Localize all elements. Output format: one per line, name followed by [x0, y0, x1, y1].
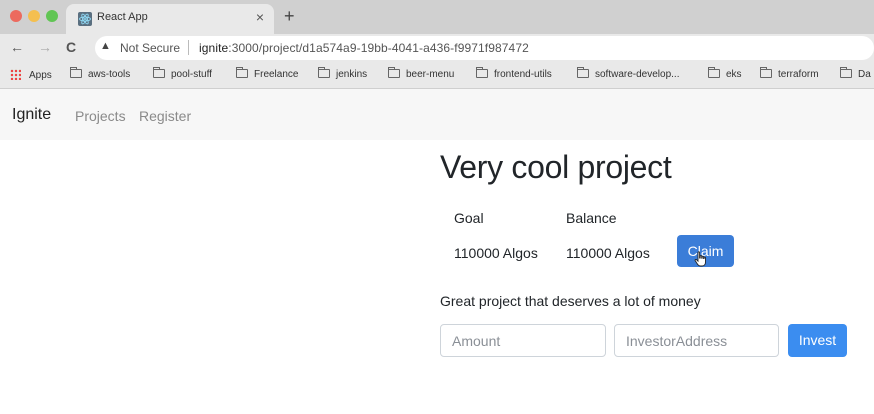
folder-icon — [708, 67, 720, 78]
folder-icon — [840, 67, 852, 78]
nav-link-register[interactable]: Register — [139, 108, 191, 124]
new-tab-button[interactable]: + — [284, 6, 295, 27]
browser-toolbar: ← → C ▲ Not Secure ignite:3000/project/d… — [0, 34, 874, 62]
reload-icon[interactable]: C — [66, 39, 76, 55]
maximize-window-icon[interactable] — [46, 10, 58, 22]
bookmark-frontend-utils[interactable]: frontend-utils — [476, 67, 552, 80]
url-text[interactable]: ignite:3000/project/d1a574a9-19bb-4041-a… — [199, 41, 529, 55]
project-description: Great project that deserves a lot of mon… — [440, 293, 701, 309]
amount-input[interactable] — [440, 324, 606, 357]
bookmark-apps[interactable]: Apps — [10, 69, 52, 81]
invest-button[interactable]: Invest — [788, 324, 847, 357]
folder-icon — [70, 67, 82, 78]
project-title: Very cool project — [440, 149, 672, 185]
folder-icon — [153, 67, 165, 78]
back-arrow-icon[interactable]: ← — [10, 39, 24, 55]
browser-chrome: React App × + ← → C ▲ Not Secure ignite:… — [0, 0, 874, 89]
bookmark-terraform[interactable]: terraform — [760, 67, 819, 80]
bookmark-aws-tools[interactable]: aws-tools — [70, 67, 130, 80]
app-navbar: Ignite Projects Register — [0, 89, 874, 140]
tab-strip: React App × + — [0, 0, 874, 34]
folder-icon — [236, 67, 248, 78]
apps-grid-icon — [10, 69, 21, 80]
folder-icon — [476, 67, 488, 78]
folder-icon — [577, 67, 589, 78]
url-host: ignite — [199, 41, 229, 55]
security-label[interactable]: Not Secure — [120, 41, 180, 55]
browser-tab[interactable]: React App × — [66, 4, 274, 34]
bookmark-pool-stuff[interactable]: pool-stuff — [153, 67, 212, 80]
close-window-icon[interactable] — [10, 10, 22, 22]
balance-value: 110000 Algos — [566, 245, 650, 261]
hand-cursor-icon — [694, 251, 706, 267]
forward-arrow-icon[interactable]: → — [38, 39, 52, 55]
tab-title: React App — [97, 11, 148, 23]
bookmark-software-develop[interactable]: software-develop... — [577, 67, 680, 80]
navbar-brand[interactable]: Ignite — [12, 106, 51, 124]
bookmark-beer-menu[interactable]: beer-menu — [388, 67, 454, 80]
react-favicon-icon — [78, 12, 92, 26]
url-path: :3000/project/d1a574a9-19bb-4041-a436-f9… — [228, 41, 529, 55]
bookmark-freelance[interactable]: Freelance — [236, 67, 298, 80]
minimize-window-icon[interactable] — [28, 10, 40, 22]
bookmark-jenkins[interactable]: jenkins — [318, 67, 367, 80]
warning-icon: ▲ — [100, 40, 111, 52]
bookmarks-bar: Apps aws-tools pool-stuff Freelance jenk… — [0, 62, 874, 89]
nav-link-projects[interactable]: Projects — [75, 108, 126, 124]
address-bar[interactable]: ▲ Not Secure ignite:3000/project/d1a574a… — [95, 36, 874, 60]
tab-close-icon[interactable]: × — [256, 9, 264, 25]
goal-value: 110000 Algos — [454, 245, 538, 261]
address-divider — [188, 40, 189, 55]
bookmark-da[interactable]: Da — [840, 67, 871, 80]
balance-label: Balance — [566, 210, 617, 226]
goal-label: Goal — [454, 210, 484, 226]
folder-icon — [760, 67, 772, 78]
folder-icon — [388, 67, 400, 78]
page-content: Ignite Projects Register Very cool proje… — [0, 89, 874, 414]
bookmark-eks[interactable]: eks — [708, 67, 742, 80]
investor-address-input[interactable] — [614, 324, 779, 357]
folder-icon — [318, 67, 330, 78]
